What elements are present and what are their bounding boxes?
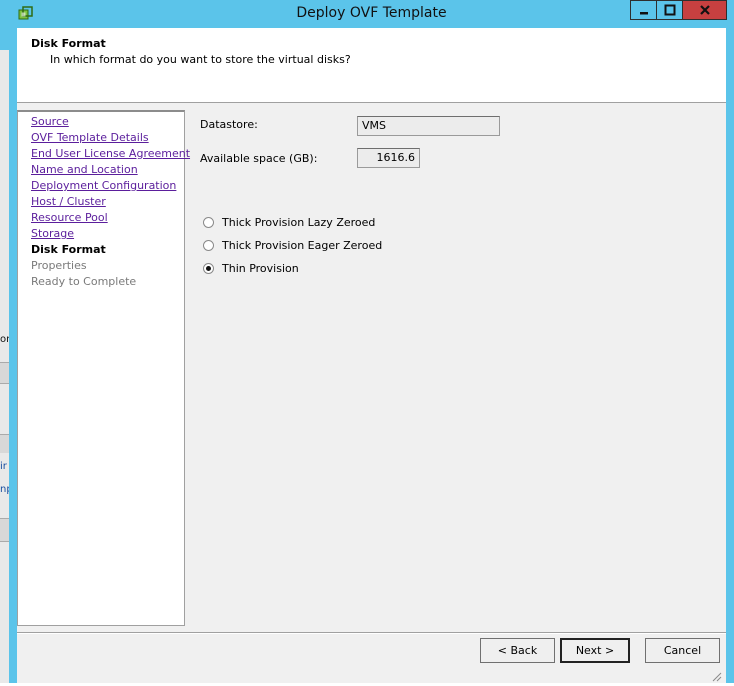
nav-step-properties: Properties [31, 259, 87, 272]
radio-thin-provision[interactable]: Thin Provision [203, 260, 299, 276]
wizard-body: Disk Format In which format do you want … [17, 28, 726, 683]
background-window-text: on [0, 334, 9, 345]
deploy-ovf-window: Deploy OVF Template Disk Format In which… [9, 0, 734, 683]
radio-label: Thin Provision [222, 261, 299, 275]
background-window-text: ir [0, 461, 7, 472]
page-subtitle: In which format do you want to store the… [50, 53, 351, 66]
radio-label: Thick Provision Eager Zeroed [222, 238, 383, 252]
wizard-steps-nav: Source OVF Template Details End User Lic… [17, 110, 190, 626]
background-window-titlebar [0, 0, 9, 50]
nav-step-name-and-location[interactable]: Name and Location [31, 163, 138, 176]
datastore-label: Datastore: [200, 118, 258, 131]
radio-selected-dot [206, 265, 211, 271]
cancel-button[interactable]: Cancel [645, 638, 720, 663]
available-space-label: Available space (GB): [200, 152, 318, 165]
background-window-row [0, 362, 9, 384]
nav-step-source[interactable]: Source [31, 115, 69, 128]
background-window-text: np [0, 484, 9, 495]
nav-step-ready-to-complete: Ready to Complete [31, 275, 137, 288]
wizard-header: Disk Format In which format do you want … [17, 28, 726, 103]
maximize-button[interactable] [656, 0, 683, 20]
nav-step-resource-pool[interactable]: Resource Pool [31, 211, 108, 224]
radio-button[interactable] [203, 216, 214, 228]
page-title: Disk Format [31, 37, 106, 50]
radio-button[interactable] [203, 239, 214, 251]
close-button[interactable] [682, 0, 727, 20]
background-window-row [0, 518, 9, 542]
radio-thick-eager-zeroed[interactable]: Thick Provision Eager Zeroed [203, 237, 382, 253]
available-space-field: 1616.6 [357, 148, 420, 168]
background-window: on ir np [0, 0, 9, 683]
nav-step-storage[interactable]: Storage [31, 227, 74, 240]
maximize-icon [664, 1, 676, 20]
window-title: Deploy OVF Template [296, 5, 447, 21]
nav-step-ovf-template-details[interactable]: OVF Template Details [31, 131, 149, 144]
radio-button-selected[interactable] [203, 262, 214, 274]
nav-step-disk-format: Disk Format [31, 243, 106, 256]
title-bar[interactable]: Deploy OVF Template [9, 0, 734, 28]
footer-divider [17, 632, 726, 634]
nav-step-eula[interactable]: End User License Agreement [31, 147, 190, 160]
minimize-button[interactable] [630, 0, 657, 20]
resize-grip-icon[interactable] [710, 667, 722, 682]
close-icon [699, 1, 711, 20]
minimize-icon [638, 1, 650, 20]
nav-step-deployment-configuration[interactable]: Deployment Configuration [31, 179, 176, 192]
back-button[interactable]: < Back [480, 638, 555, 663]
background-window-row [0, 434, 9, 453]
nav-step-host-cluster[interactable]: Host / Cluster [31, 195, 106, 208]
radio-thick-lazy-zeroed[interactable]: Thick Provision Lazy Zeroed [203, 214, 375, 230]
datastore-field: VMS [357, 116, 500, 136]
radio-label: Thick Provision Lazy Zeroed [222, 215, 376, 229]
next-button[interactable]: Next > [560, 638, 630, 663]
